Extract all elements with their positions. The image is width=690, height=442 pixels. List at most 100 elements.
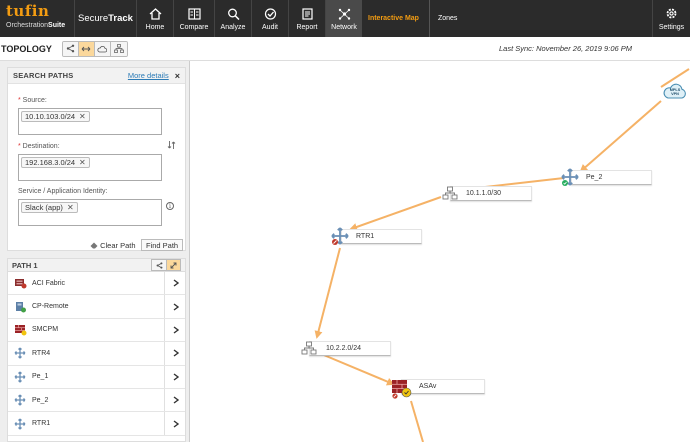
router-icon xyxy=(14,347,26,359)
path-panel: PATH 1 ACI Fabric CP-Remote SMCPM RTR4 P… xyxy=(7,258,186,442)
share-view-button[interactable] xyxy=(62,41,79,56)
chevron-right-icon[interactable] xyxy=(164,318,187,342)
path-item-rtr1[interactable]: RTR1 xyxy=(8,412,187,436)
firewall-node-asav[interactable] xyxy=(391,379,413,401)
path-view-button[interactable] xyxy=(78,41,95,56)
path-item-cp-remote[interactable]: CP-Remote xyxy=(8,295,187,319)
search-paths-header: SEARCH PATHS More details × xyxy=(8,68,185,84)
aci-fabric-icon xyxy=(14,279,26,289)
service-field[interactable]: Slack (app) ✕ xyxy=(18,199,162,226)
path-item-pe-2[interactable]: Pe_2 xyxy=(8,388,187,413)
remove-chip-icon[interactable]: ✕ xyxy=(67,203,74,212)
source-field[interactable]: 10.10.103.0/24 ✕ xyxy=(18,108,162,135)
destination-field[interactable]: 192.168.3.0/24 ✕ xyxy=(18,154,162,181)
gear-icon xyxy=(666,8,677,19)
source-label: * Source: xyxy=(18,97,47,104)
path-expand-button[interactable] xyxy=(166,260,180,270)
share-icon xyxy=(66,44,75,53)
cloud-view-button[interactable] xyxy=(94,41,111,56)
chevron-right-icon[interactable] xyxy=(164,365,187,388)
network-segment-icon xyxy=(301,341,317,355)
home-icon xyxy=(149,8,161,20)
path-header: PATH 1 xyxy=(8,259,185,272)
router-icon xyxy=(14,371,26,383)
path-segment-mpls-pe2 xyxy=(579,100,662,173)
nav-network[interactable]: Network xyxy=(325,0,362,37)
node-label-net1[interactable]: 10.1.1.0/30 xyxy=(450,186,532,201)
nav-home[interactable]: Home xyxy=(136,0,173,37)
nav-analyze[interactable]: Analyze xyxy=(214,0,251,37)
eraser-icon xyxy=(90,242,98,249)
remove-chip-icon[interactable]: ✕ xyxy=(79,158,86,167)
clear-path-button[interactable]: Clear Path xyxy=(90,241,136,250)
left-panel: SEARCH PATHS More details × * Source: 10… xyxy=(0,61,190,442)
nav-report[interactable]: Report xyxy=(288,0,325,37)
nav-compare[interactable]: Compare xyxy=(173,0,214,37)
node-label-net2[interactable]: 10.2.2.0/24 xyxy=(309,341,391,356)
subnav-interactive-map[interactable]: Interactive Map xyxy=(368,15,419,22)
path-segment-net1-rtr1 xyxy=(349,196,442,231)
path-title: PATH 1 xyxy=(12,260,38,270)
path-view-buttons xyxy=(151,259,181,271)
destination-label: * Destination: xyxy=(18,143,60,150)
hierarchy-icon xyxy=(113,44,124,53)
find-path-button[interactable]: Find Path xyxy=(141,239,184,251)
mpls-vpn-node[interactable]: MPLS VPN xyxy=(662,81,688,103)
network-node-net2[interactable] xyxy=(301,341,317,358)
router-node-pe2[interactable] xyxy=(561,168,579,188)
firewall-icon xyxy=(14,324,26,336)
compare-icon xyxy=(187,8,201,20)
path-segment-asav-down xyxy=(410,400,424,442)
path-item-pe-1[interactable]: Pe_1 xyxy=(8,365,187,389)
hierarchy-view-button[interactable] xyxy=(110,41,127,56)
path-item-aci-fabric[interactable]: ACI Fabric xyxy=(8,272,187,296)
node-label-asav[interactable]: ASAv xyxy=(401,379,485,394)
node-label-pe2[interactable]: Pe_2 xyxy=(571,170,652,185)
firewall-icon xyxy=(392,380,412,399)
chevron-right-icon[interactable] xyxy=(164,272,187,295)
info-icon[interactable]: i xyxy=(166,202,174,210)
path-item-rtr4[interactable]: RTR4 xyxy=(8,342,187,366)
path-item-smcpm[interactable]: SMCPM xyxy=(8,318,187,343)
page-title: TOPOLOGY xyxy=(1,43,52,54)
report-icon xyxy=(301,8,313,20)
source-chip: 10.10.103.0/24 ✕ xyxy=(21,111,90,122)
chevron-right-icon[interactable] xyxy=(164,295,187,318)
close-icon[interactable]: × xyxy=(175,71,180,81)
subnav-zones[interactable]: Zones xyxy=(438,15,457,22)
magnifier-icon xyxy=(227,8,240,20)
chevron-right-icon[interactable] xyxy=(164,412,187,435)
product-name[interactable]: Secure Track xyxy=(74,0,136,37)
subnav-divider xyxy=(428,0,430,37)
search-paths-panel: SEARCH PATHS More details × * Source: 10… xyxy=(7,67,186,251)
more-details-link[interactable]: More details xyxy=(128,71,169,80)
path-share-button[interactable] xyxy=(152,260,166,270)
share-icon xyxy=(156,261,162,269)
tufin-logo[interactable]: tufin OrchestrationSuite xyxy=(0,0,74,37)
service-label: Service / Application Identity: xyxy=(18,188,108,195)
search-paths-title: SEARCH PATHS xyxy=(13,71,74,80)
network-node-net1[interactable] xyxy=(442,186,458,203)
last-sync-text: Last Sync: November 26, 2019 9:06 PM xyxy=(499,44,632,53)
topology-map-canvas[interactable]: MPLS VPN Pe_2 10.1.1.0/30 RTR1 10.2.2.0/… xyxy=(191,61,690,442)
remove-chip-icon[interactable]: ✕ xyxy=(79,112,86,121)
nav-audit[interactable]: Audit xyxy=(251,0,288,37)
path-segment-rtr1-net2 xyxy=(314,247,341,339)
router-icon xyxy=(561,168,579,186)
expand-icon xyxy=(170,262,177,268)
swap-icon[interactable] xyxy=(167,140,176,150)
router-icon xyxy=(331,227,349,245)
nav-settings[interactable]: Settings xyxy=(652,0,690,37)
network-segment-icon xyxy=(442,186,458,200)
chevron-right-icon[interactable] xyxy=(164,388,187,412)
check-circle-icon xyxy=(264,8,276,20)
node-label-rtr1[interactable]: RTR1 xyxy=(341,229,422,244)
router-icon xyxy=(14,394,26,406)
router-node-rtr1[interactable] xyxy=(331,227,349,247)
destination-chip: 192.168.3.0/24 ✕ xyxy=(21,157,90,168)
network-subnav: Interactive Map Zones xyxy=(362,0,467,37)
cloud-icon xyxy=(97,45,108,52)
chevron-right-icon[interactable] xyxy=(164,342,187,365)
top-navigation-bar: tufin OrchestrationSuite Secure Track Hom… xyxy=(0,0,690,37)
path-segment-net2-asav xyxy=(318,352,395,386)
